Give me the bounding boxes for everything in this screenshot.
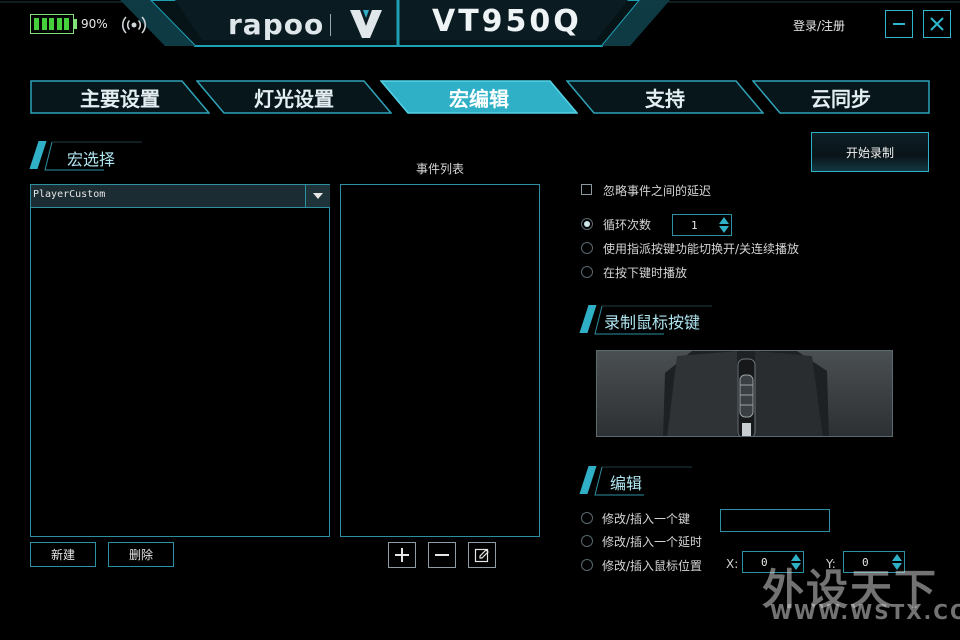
hold-play-radio[interactable]	[581, 266, 593, 278]
battery-tip	[74, 19, 77, 29]
start-recording-button[interactable]: 开始录制	[811, 132, 929, 172]
modify-delay-radio[interactable]	[581, 535, 593, 547]
tab-support[interactable]: 支持	[566, 80, 764, 114]
battery-percentage: 90%	[81, 17, 108, 31]
loop-count-stepper[interactable]: 1	[672, 214, 732, 236]
login-register-link[interactable]: 登录/注册	[793, 17, 845, 34]
x-label: X:	[726, 557, 739, 571]
battery-cell	[64, 18, 69, 30]
battery-cell	[41, 18, 47, 30]
battery-cell	[56, 18, 62, 30]
event-list[interactable]	[340, 184, 540, 537]
mouse-illustration	[663, 351, 829, 436]
delete-macro-button[interactable]: 删除	[108, 542, 174, 567]
loop-count-value: 1	[691, 219, 698, 232]
loop-count-label: 循环次数	[603, 218, 652, 232]
tab-label: 主要设置	[80, 86, 160, 111]
brand-divider	[330, 14, 331, 36]
tab-label: 宏编辑	[449, 86, 509, 111]
remove-event-button[interactable]	[428, 542, 456, 568]
hold-play-label: 在按下键时播放	[603, 266, 688, 280]
modify-key-label: 修改/插入一个键	[602, 512, 691, 526]
edit-icon	[474, 548, 489, 563]
key-input[interactable]	[720, 509, 830, 532]
plus-icon	[395, 548, 409, 562]
v-logo-icon	[350, 10, 382, 38]
minimize-icon	[893, 23, 905, 25]
ignore-delay-checkbox[interactable]	[581, 184, 592, 195]
macro-dropdown-value: PlayerCustom	[33, 189, 106, 200]
battery-cell	[49, 18, 54, 30]
modify-position-radio[interactable]	[581, 559, 593, 571]
arrow-up-icon[interactable]	[719, 217, 729, 224]
minus-icon	[435, 554, 449, 556]
event-list-title: 事件列表	[416, 162, 465, 176]
record-mouse-keys-title: 录制鼠标按键	[604, 313, 701, 332]
tab-macro-editor[interactable]: 宏编辑	[380, 80, 578, 114]
stepper-arrows[interactable]	[719, 217, 731, 233]
tab-label: 灯光设置	[254, 86, 334, 111]
close-icon	[930, 17, 944, 31]
modify-position-label: 修改/插入鼠标位置	[602, 559, 703, 573]
tab-main-settings[interactable]: 主要设置	[30, 80, 210, 114]
tab-label: 云同步	[811, 86, 871, 111]
add-event-button[interactable]	[388, 542, 416, 568]
mouse-image	[596, 350, 893, 437]
tab-cloud-sync[interactable]: 云同步	[752, 80, 930, 114]
section-title-frame	[594, 466, 692, 496]
edit-event-button[interactable]	[468, 542, 496, 568]
battery-indicator	[30, 14, 74, 34]
tab-label: 支持	[645, 86, 685, 111]
modify-key-radio[interactable]	[581, 512, 593, 524]
ignore-delay-label: 忽略事件之间的延迟	[603, 184, 712, 198]
minimize-button[interactable]	[885, 10, 913, 38]
macro-select-title: 宏选择	[67, 150, 116, 169]
chevron-down-icon	[313, 193, 323, 199]
toggle-play-label: 使用指派按键功能切换开/关连续播放	[603, 242, 800, 256]
macro-list[interactable]	[30, 184, 330, 537]
dropdown-button[interactable]	[305, 185, 330, 207]
edit-title: 编辑	[610, 474, 643, 493]
toggle-play-radio[interactable]	[581, 242, 593, 254]
close-button[interactable]	[923, 10, 951, 38]
watermark-url: WWW.WSTX.COM	[770, 600, 960, 624]
device-model: VT950Q	[432, 4, 582, 39]
new-macro-button[interactable]: 新建	[30, 542, 96, 567]
loop-count-radio[interactable]	[581, 218, 593, 230]
battery-cell	[34, 18, 39, 30]
modify-delay-label: 修改/插入一个延时	[602, 535, 703, 549]
brand-logo: rapoo	[228, 8, 325, 41]
arrow-down-icon[interactable]	[719, 226, 729, 233]
tab-lighting[interactable]: 灯光设置	[196, 80, 392, 114]
wireless-icon	[122, 16, 146, 34]
